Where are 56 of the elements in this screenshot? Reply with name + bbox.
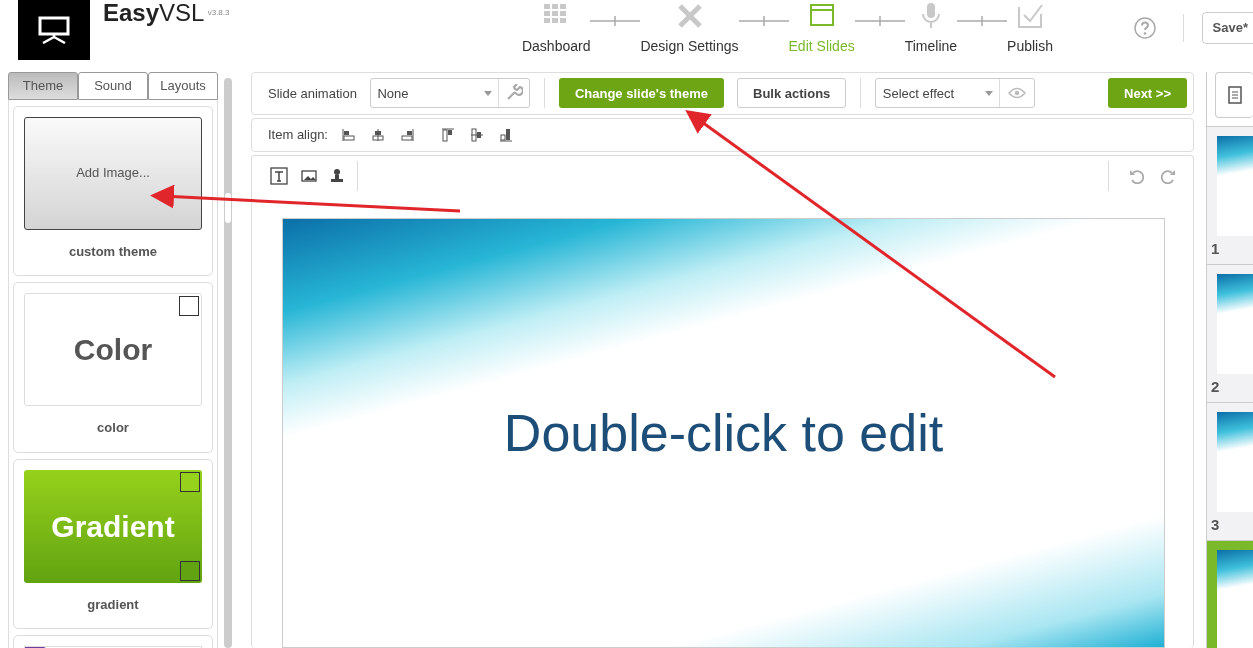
animation-label: Slide animation (268, 84, 357, 103)
step-tab[interactable]: Publish (1007, 2, 1053, 57)
version-label: v3.8.3 (207, 6, 230, 19)
stamp-icon[interactable] (330, 168, 344, 184)
image-tool-icon[interactable] (301, 169, 317, 183)
easel-icon (37, 16, 71, 44)
effect-select[interactable]: Select effect (875, 78, 1036, 109)
caret-icon (483, 90, 492, 96)
text-tool-icon[interactable] (270, 167, 288, 185)
document-icon (1227, 86, 1242, 104)
slide-title: Double-click to edit (503, 403, 944, 464)
step-tab[interactable]: Design Settings (640, 2, 739, 57)
checkbox-icon (1016, 2, 1045, 30)
step-tab[interactable]: Timeline (904, 2, 958, 57)
theme-card[interactable]: Add Image... custom theme (13, 105, 213, 276)
theme-caption: custom theme (67, 242, 159, 261)
scrollbar[interactable] (224, 78, 232, 648)
preview-title: Gradient (51, 508, 175, 545)
connector-line (957, 14, 1008, 28)
step-tab[interactable]: Dashboard (521, 2, 591, 57)
bulk-actions-button[interactable]: Bulk actions (737, 78, 847, 109)
align-middle-icon[interactable] (469, 126, 485, 143)
caret-icon (985, 90, 994, 96)
panel-tab[interactable]: Sound (78, 72, 148, 100)
slide-thumbnail[interactable]: 3 (1207, 403, 1253, 541)
align-label: Item align: (268, 126, 328, 145)
align-top-icon[interactable] (440, 126, 456, 143)
color-theme-preview[interactable]: Color (24, 293, 202, 406)
slide-thumbnail[interactable] (1207, 541, 1253, 648)
slide-number: 3 (1211, 514, 1220, 535)
slide-number: 1 (1211, 238, 1220, 259)
color-picker-icon[interactable] (179, 296, 199, 316)
theme-caption: color (96, 419, 130, 437)
color-picker-icon[interactable] (180, 560, 200, 581)
theme-caption: gradient (86, 595, 140, 614)
align-left-icon[interactable] (341, 126, 357, 143)
slide-canvas[interactable]: Double-click to edit (282, 218, 1165, 648)
panel-tab[interactable]: Theme (8, 72, 78, 100)
save-button[interactable]: Save* (1201, 12, 1253, 44)
align-bottom-icon[interactable] (498, 126, 514, 143)
slide-thumbnail[interactable]: 2 (1207, 265, 1253, 403)
theme-card[interactable]: Color color (13, 282, 213, 453)
align-center-icon[interactable] (370, 126, 386, 143)
color-picker-icon[interactable] (180, 471, 200, 492)
app-name: EasyVSL (103, 0, 205, 25)
theme-card[interactable]: Gradient gradient (13, 458, 213, 629)
slide-thumbnail[interactable]: 1 (1207, 127, 1253, 265)
connector-line (738, 14, 789, 28)
connector-line (590, 14, 641, 28)
slide-number: 2 (1211, 376, 1220, 397)
panel-tab[interactable]: Layouts (148, 72, 218, 100)
preview-title: Color (73, 332, 153, 368)
align-right-icon[interactable] (399, 126, 415, 143)
animation-select[interactable]: None (369, 78, 530, 109)
connector-line (854, 14, 905, 28)
add-image-button[interactable]: Add Image... (24, 116, 202, 230)
